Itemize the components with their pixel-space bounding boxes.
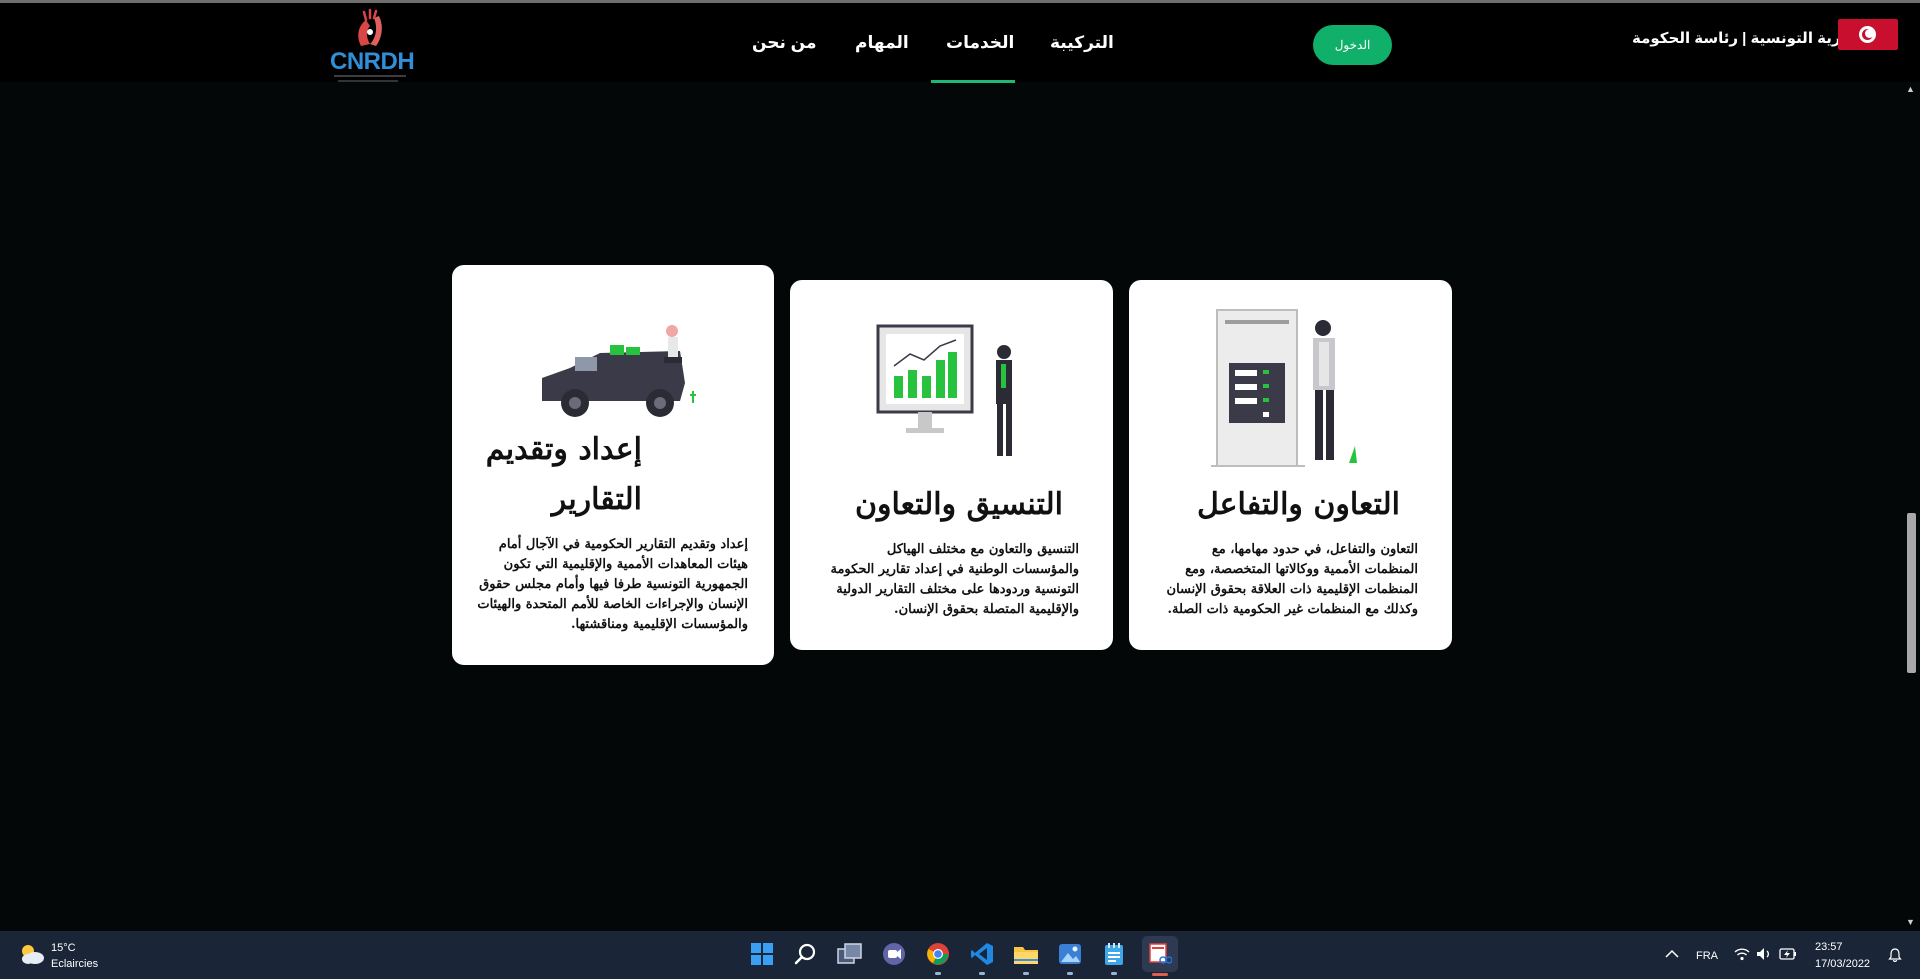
volume-icon[interactable]	[1756, 947, 1772, 961]
running-indicator	[1067, 972, 1073, 975]
chrome-icon[interactable]	[924, 940, 952, 968]
notification-bell-icon[interactable]	[1888, 948, 1902, 962]
card-description: إعداد وتقديم التقارير الحكومية في الآجال…	[477, 537, 748, 632]
card-description: التنسيق والتعاون مع مختلف الهياكل والمؤس…	[830, 542, 1079, 617]
scroll-down-icon[interactable]: ▼	[1906, 917, 1916, 927]
nav-composition[interactable]: التركيبة	[1050, 33, 1114, 53]
battery-icon[interactable]	[1779, 948, 1797, 960]
weather-icon[interactable]	[18, 942, 46, 966]
cnrdh-logo[interactable]: CNRDH	[326, 8, 416, 90]
search-icon[interactable]	[792, 940, 820, 968]
page-scrollbar[interactable]	[1903, 82, 1920, 929]
scroll-up-icon[interactable]: ▲	[1906, 84, 1916, 94]
vscode-icon[interactable]	[968, 940, 996, 968]
service-card-reports: إعداد وتقديم التقارير إعداد وتقديم التقا…	[452, 265, 774, 665]
teams-chat-icon[interactable]	[880, 940, 908, 968]
tunisia-flag-icon	[1838, 19, 1898, 50]
truck-person-illustration	[542, 325, 696, 417]
hands-logo-icon	[358, 8, 382, 46]
clock-time[interactable]: 23:57	[1815, 941, 1843, 953]
login-button[interactable]: الدخول	[1313, 25, 1392, 65]
card-title: التعاون والتفاعل	[1196, 487, 1400, 522]
card-title: إعداد وتقديم التقارير	[485, 432, 642, 517]
service-card-cooperation: التعاون والتفاعل التعاون والتفاعل، في حد…	[1129, 280, 1452, 650]
start-icon[interactable]	[748, 940, 776, 968]
nav-about[interactable]: من نحن	[752, 33, 816, 53]
chart-monitor-illustration	[876, 324, 1012, 456]
file-explorer-icon[interactable]	[1012, 940, 1040, 968]
nav-missions[interactable]: المهام	[855, 33, 909, 53]
logo-text: CNRDH	[330, 48, 415, 75]
running-indicator	[935, 972, 941, 975]
weather-temperature[interactable]: 15°C	[51, 942, 76, 954]
active-app-indicator	[1152, 973, 1168, 976]
task-view-icon[interactable]	[836, 940, 864, 968]
active-nav-indicator	[931, 80, 1015, 83]
site-header: CNRDH من نحن المهام الخدمات التركيبة الد…	[0, 3, 1920, 83]
notepad-icon[interactable]	[1100, 940, 1128, 968]
nav-services[interactable]: الخدمات	[946, 33, 1014, 53]
running-indicator	[1023, 972, 1029, 975]
windows-taskbar	[0, 931, 1920, 979]
language-indicator[interactable]: FRA	[1696, 950, 1718, 962]
weather-description[interactable]: Eclaircies	[51, 958, 98, 970]
running-indicator	[979, 972, 985, 975]
running-indicator	[1111, 972, 1117, 975]
kiosk-person-illustration	[1211, 309, 1357, 467]
wifi-icon[interactable]	[1734, 947, 1750, 961]
logo-tagline-2	[338, 80, 398, 82]
chevron-up-icon[interactable]	[1665, 949, 1679, 959]
service-card-coordination: التنسيق والتعاون التنسيق والتعاون مع مخت…	[790, 280, 1113, 650]
scrollbar-thumb[interactable]	[1907, 513, 1916, 673]
photos-icon[interactable]	[1056, 940, 1084, 968]
clock-date[interactable]: 17/03/2022	[1815, 958, 1870, 970]
snipping-tool-icon[interactable]	[1142, 936, 1178, 972]
card-description: التعاون والتفاعل، في حدود مهامها، مع الم…	[1166, 542, 1418, 617]
card-title: التنسيق والتعاون	[854, 487, 1063, 522]
logo-tagline	[334, 75, 406, 77]
